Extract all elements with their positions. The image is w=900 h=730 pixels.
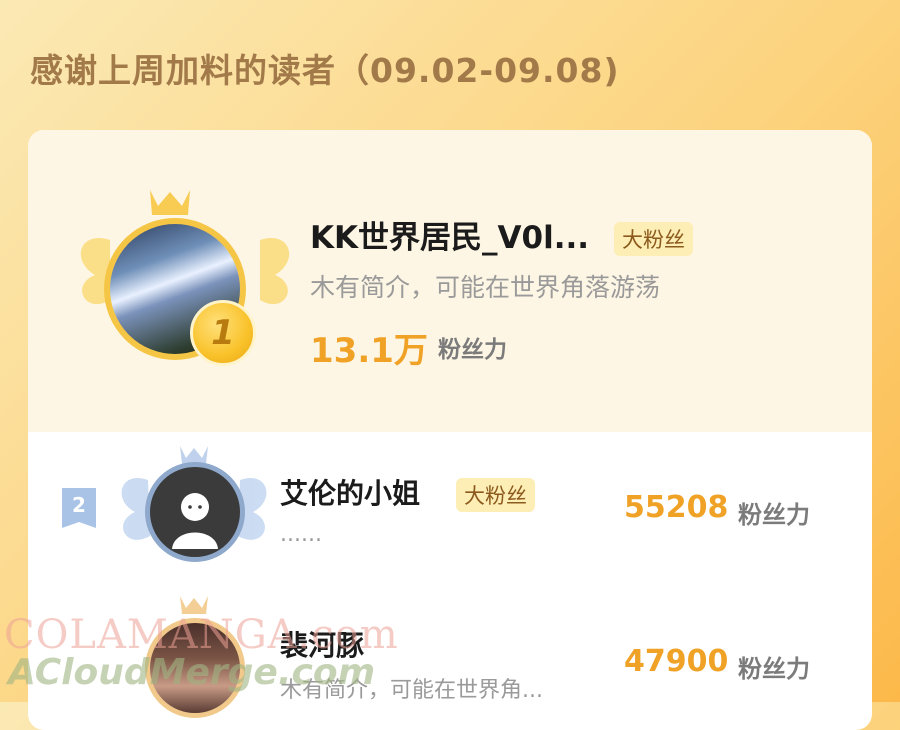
fan-badge-rank-1: 大粉丝 [614,222,693,256]
reader-bio-rank-2: ...... [280,522,322,547]
avatar-rank-2[interactable] [145,462,245,562]
fan-badge-rank-2: 大粉丝 [456,478,535,512]
fan-score-rank-2: 55208 [624,490,729,525]
rank-2-flag: 2 [62,488,96,528]
default-avatar-icon [172,493,218,549]
fan-score-rank-3: 47900 [624,644,729,679]
page-title: 感谢上周加料的读者（09.02-09.08) [30,51,620,90]
fan-score-rank-1: 13.1万 [310,331,428,371]
reader-name-rank-1[interactable]: KK世界居民_V0l... [310,212,589,257]
fan-score-unit-rank-2: 粉丝力 [738,501,810,529]
reader-bio-rank-1: 木有简介，可能在世界角落游荡 [310,273,661,302]
watermark-acloudmerge: ACloudMerge.com [8,652,376,693]
rank-1-medal: 1 [190,300,256,366]
fan-score-unit-rank-3: 粉丝力 [738,655,810,683]
fan-score-unit-rank-1: 粉丝力 [438,337,507,363]
reader-name-rank-2[interactable]: 艾伦的小姐 [280,472,420,512]
